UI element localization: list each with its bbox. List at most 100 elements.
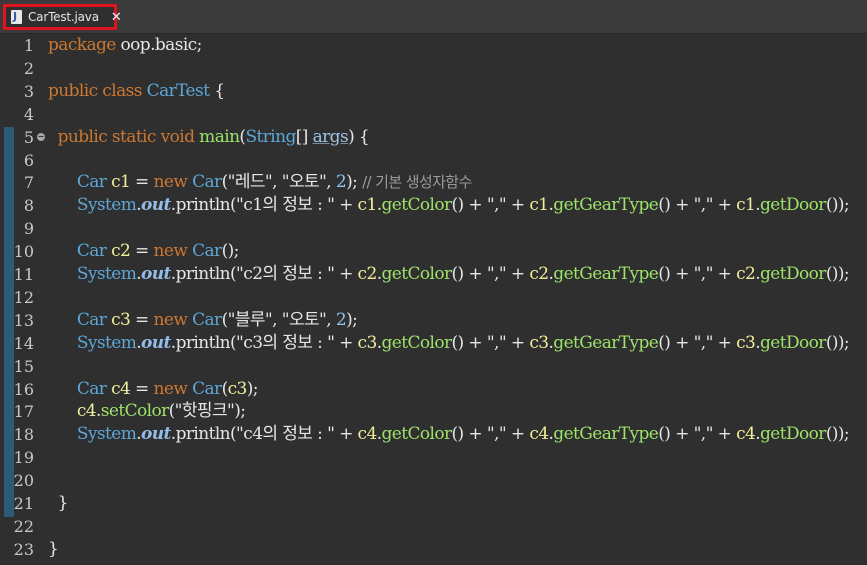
code-token: main (199, 126, 240, 147)
code-editor[interactable]: CarTest.java ✕ 1package oop.basic;23publ… (0, 0, 867, 565)
code-token: ()); (825, 195, 850, 216)
code-line[interactable]: 1 package oop.basic; (0, 34, 867, 57)
code-token: 2 (335, 309, 347, 330)
code-line[interactable]: 18 System.out.println("c4의 정보 : " + c4.g… (0, 423, 867, 446)
code-line[interactable]: 11 System.out.println("c2의 정보 : " + c2.g… (0, 263, 867, 286)
code-token: args (312, 126, 349, 147)
code-text[interactable]: } (48, 538, 59, 561)
code-token: ()); (825, 424, 850, 445)
line-number: 17 (13, 402, 34, 422)
code-token: () + "," + (451, 424, 530, 445)
code-line[interactable]: 15 (0, 355, 867, 378)
code-token: c4 (357, 424, 378, 445)
code-line[interactable]: 21 } (0, 492, 867, 515)
code-text[interactable]: System.out.println("c1의 정보 : " + c1.getC… (48, 194, 850, 217)
code-token: println("c3의 정보 : " + (175, 332, 358, 353)
code-line[interactable]: 22 (0, 515, 867, 538)
code-token: c1 (529, 195, 549, 216)
code-token: c1 (357, 195, 378, 216)
line-number: 16 (13, 379, 34, 399)
code-token: package (48, 35, 116, 55)
close-icon[interactable]: ✕ (111, 11, 122, 24)
code-token: ("블루", "오토", (221, 309, 336, 330)
code-text[interactable]: System.out.println("c4의 정보 : " + c4.getC… (48, 423, 850, 446)
code-token: c3 (357, 332, 378, 353)
code-text[interactable]: Car c2 = new Car(); (48, 240, 240, 263)
code-token: ); (346, 309, 358, 330)
code-token: ) { (348, 126, 370, 147)
fold-collapse-icon[interactable]: − (37, 132, 45, 141)
line-number: 14 (13, 333, 34, 353)
code-token: out (141, 195, 171, 216)
code-token: Car (76, 309, 112, 330)
code-line[interactable]: 2 (0, 57, 867, 80)
code-text[interactable]: System.out.println("c3의 정보 : " + c3.getC… (48, 332, 850, 355)
code-line[interactable]: 16 Car c4 = new Car(c3); (0, 378, 867, 401)
code-token: out (141, 424, 171, 445)
code-line[interactable]: 13 Car c3 = new Car("블루", "오토", 2); (0, 309, 867, 332)
code-token: public static void (57, 126, 200, 147)
code-text[interactable]: public static void main(String[] args) { (48, 126, 370, 149)
code-token: getDoor (760, 332, 826, 353)
code-line[interactable]: 5 public static void main(String[] args)… (0, 126, 867, 149)
code-line[interactable]: 20 (0, 469, 867, 492)
code-text[interactable]: c4.setColor("핫핑크"); (48, 400, 246, 423)
code-token: 2 (335, 172, 347, 193)
code-token: Car (192, 172, 222, 193)
code-token: = (130, 378, 154, 399)
code-token: Car (76, 378, 112, 399)
code-text[interactable]: System.out.println("c2의 정보 : " + c2.getC… (48, 263, 850, 286)
code-line[interactable]: 12 (0, 286, 867, 309)
code-token: Car (192, 309, 222, 330)
code-line[interactable]: 10 Car c2 = new Car(); (0, 240, 867, 263)
code-token: () + "," + (451, 332, 530, 353)
code-token: new (153, 241, 193, 262)
code-text[interactable]: Car c1 = new Car("레드", "오토", 2); // 기본 생… (48, 171, 472, 194)
code-line[interactable]: 17 c4.setColor("핫핑크"); (0, 400, 867, 423)
code-text[interactable]: Car c3 = new Car("블루", "오토", 2); (48, 309, 358, 332)
line-number: 4 (23, 104, 34, 124)
code-line[interactable]: 8 System.out.println("c1의 정보 : " + c1.ge… (0, 194, 867, 217)
line-number: 7 (23, 173, 34, 193)
code-token: c1 (111, 172, 131, 193)
line-number: 1 (23, 36, 34, 55)
code-token: () + "," + (658, 424, 737, 445)
code-token: () + "," + (451, 264, 530, 284)
line-number: 9 (23, 219, 34, 239)
code-line[interactable]: 7 Car c1 = new Car("레드", "오토", 2); // 기본… (0, 171, 867, 194)
code-token: getDoor (760, 195, 826, 216)
code-line[interactable]: 14 System.out.println("c3의 정보 : " + c3.g… (0, 332, 867, 355)
java-file-icon (11, 10, 22, 24)
code-token: = (130, 241, 154, 262)
editor-tab-bar: CarTest.java ✕ (0, 0, 867, 34)
code-line[interactable]: 23} (0, 538, 867, 561)
line-number: 11 (13, 265, 34, 284)
code-text[interactable]: public class CarTest { (48, 80, 225, 103)
code-token: System (76, 264, 137, 284)
code-text[interactable]: } (48, 492, 69, 515)
tab-cartest-java[interactable]: CarTest.java ✕ (3, 4, 122, 30)
code-token: new (153, 309, 193, 330)
code-token: getColor (381, 424, 453, 445)
code-text[interactable]: package oop.basic; (48, 34, 202, 57)
code-token: System (76, 195, 137, 216)
code-token: (); (221, 241, 240, 262)
code-token: c3 (227, 378, 248, 399)
code-text[interactable]: Car c4 = new Car(c3); (48, 378, 259, 401)
code-token: () + "," + (658, 264, 737, 284)
code-line[interactable]: 9 (0, 217, 867, 240)
code-token: c3 (529, 332, 549, 353)
tab-label: CarTest.java (28, 10, 99, 24)
code-line[interactable]: 6 (0, 149, 867, 172)
code-line[interactable]: 4 (0, 103, 867, 126)
code-token: = (130, 309, 154, 330)
code-line[interactable]: 19 (0, 446, 867, 469)
code-token: Car (76, 172, 112, 193)
code-line[interactable]: 3 public class CarTest { (0, 80, 867, 103)
